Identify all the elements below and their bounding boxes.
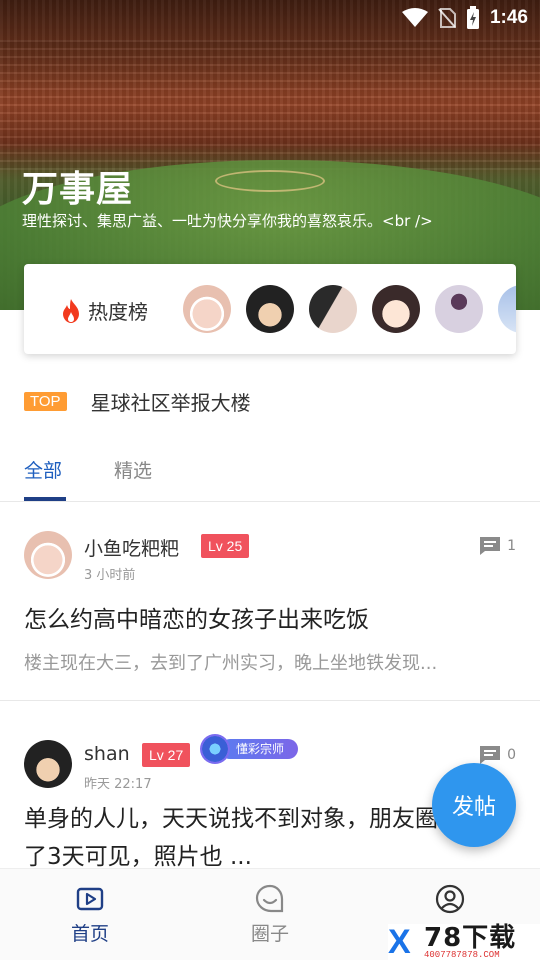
chat-smile-icon (255, 884, 284, 913)
comment-icon (480, 537, 501, 555)
author-name[interactable]: 小鱼吃粑粑 (84, 534, 179, 561)
post-time: 昨天 22:17 (84, 777, 152, 792)
post-card[interactable]: 小鱼吃粑粑 Lv 25 3 小时前 1 怎么约高中暗恋的女孩子出来吃饭 楼主现在… (0, 503, 540, 701)
feed-tabs: 全部 精选 (0, 440, 540, 502)
nav-home[interactable]: 首页 (45, 883, 135, 946)
comment-count-value: 0 (507, 747, 516, 763)
avatar[interactable] (435, 285, 483, 333)
stadium-stands (0, 40, 540, 170)
post-title[interactable]: 单身的人儿，天天说找不到对象，朋友圈设置了3天可见，照片也 ... (24, 800, 494, 876)
tab-featured[interactable]: 精选 (114, 456, 152, 483)
comment-count-value: 1 (507, 538, 516, 554)
wifi-icon (401, 8, 428, 27)
battery-charging-icon (466, 6, 479, 29)
status-bar: 1:46 (0, 0, 540, 36)
heat-rank-label[interactable]: 热度榜 (60, 296, 148, 325)
avatar[interactable] (309, 285, 357, 333)
comment-count[interactable]: 0 (479, 745, 516, 765)
post-time: 3 小时前 (84, 568, 136, 583)
author-name[interactable]: shan (84, 743, 130, 765)
active-tab-indicator (24, 497, 66, 501)
post-title[interactable]: 怎么约高中暗恋的女孩子出来吃饭 (24, 600, 369, 634)
level-badge: Lv 27 (142, 743, 191, 767)
fire-icon (63, 298, 79, 323)
nav-circle[interactable]: 圈子 (225, 883, 315, 946)
no-sim-icon (438, 8, 456, 28)
title-badge: 懂彩宗师 (200, 734, 299, 764)
author-avatar[interactable] (24, 531, 72, 579)
pinned-notice[interactable]: TOP 星球社区举报大楼 (24, 387, 251, 416)
heat-rank-text: 热度榜 (88, 300, 148, 324)
community-description: 理性探讨、集思广益、一吐为快分享你我的喜怒哀乐。<br /> (22, 212, 433, 230)
site-watermark: X 78下载 4007787878.COM (388, 924, 540, 960)
avatar[interactable] (498, 285, 516, 333)
new-post-button[interactable]: 发帖 (432, 763, 516, 847)
pinned-notice-text: 星球社区举报大楼 (90, 391, 251, 415)
comment-count[interactable]: 1 (479, 536, 516, 556)
heat-rank-avatars (183, 285, 516, 333)
top-badge: TOP (24, 392, 67, 411)
nav-profile[interactable] (405, 883, 495, 919)
community-title: 万事屋 (22, 169, 134, 210)
play-square-icon (76, 887, 104, 911)
nav-home-label: 首页 (70, 923, 109, 945)
nav-circle-label: 圈子 (250, 923, 289, 945)
status-time: 1:46 (489, 7, 528, 28)
level-badge: Lv 25 (201, 534, 250, 558)
user-circle-icon (435, 884, 465, 914)
watermark-url: 4007787878.COM (424, 950, 500, 960)
tab-all[interactable]: 全部 (24, 456, 62, 483)
author-avatar[interactable] (24, 740, 72, 788)
watermark-logo-icon: X (388, 923, 411, 960)
post-excerpt[interactable]: 楼主现在大三，去到了广州实习，晚上坐地铁发现... (24, 649, 437, 675)
watermark-brand: 78下载 (424, 923, 517, 953)
avatar[interactable] (246, 285, 294, 333)
title-badge-label: 懂彩宗师 (220, 739, 299, 759)
field-logo (215, 170, 325, 192)
heat-rank-card[interactable]: 热度榜 (24, 264, 516, 354)
avatar[interactable] (183, 285, 231, 333)
avatar[interactable] (372, 285, 420, 333)
comment-icon (480, 746, 501, 764)
badge-orb-icon (200, 734, 230, 764)
